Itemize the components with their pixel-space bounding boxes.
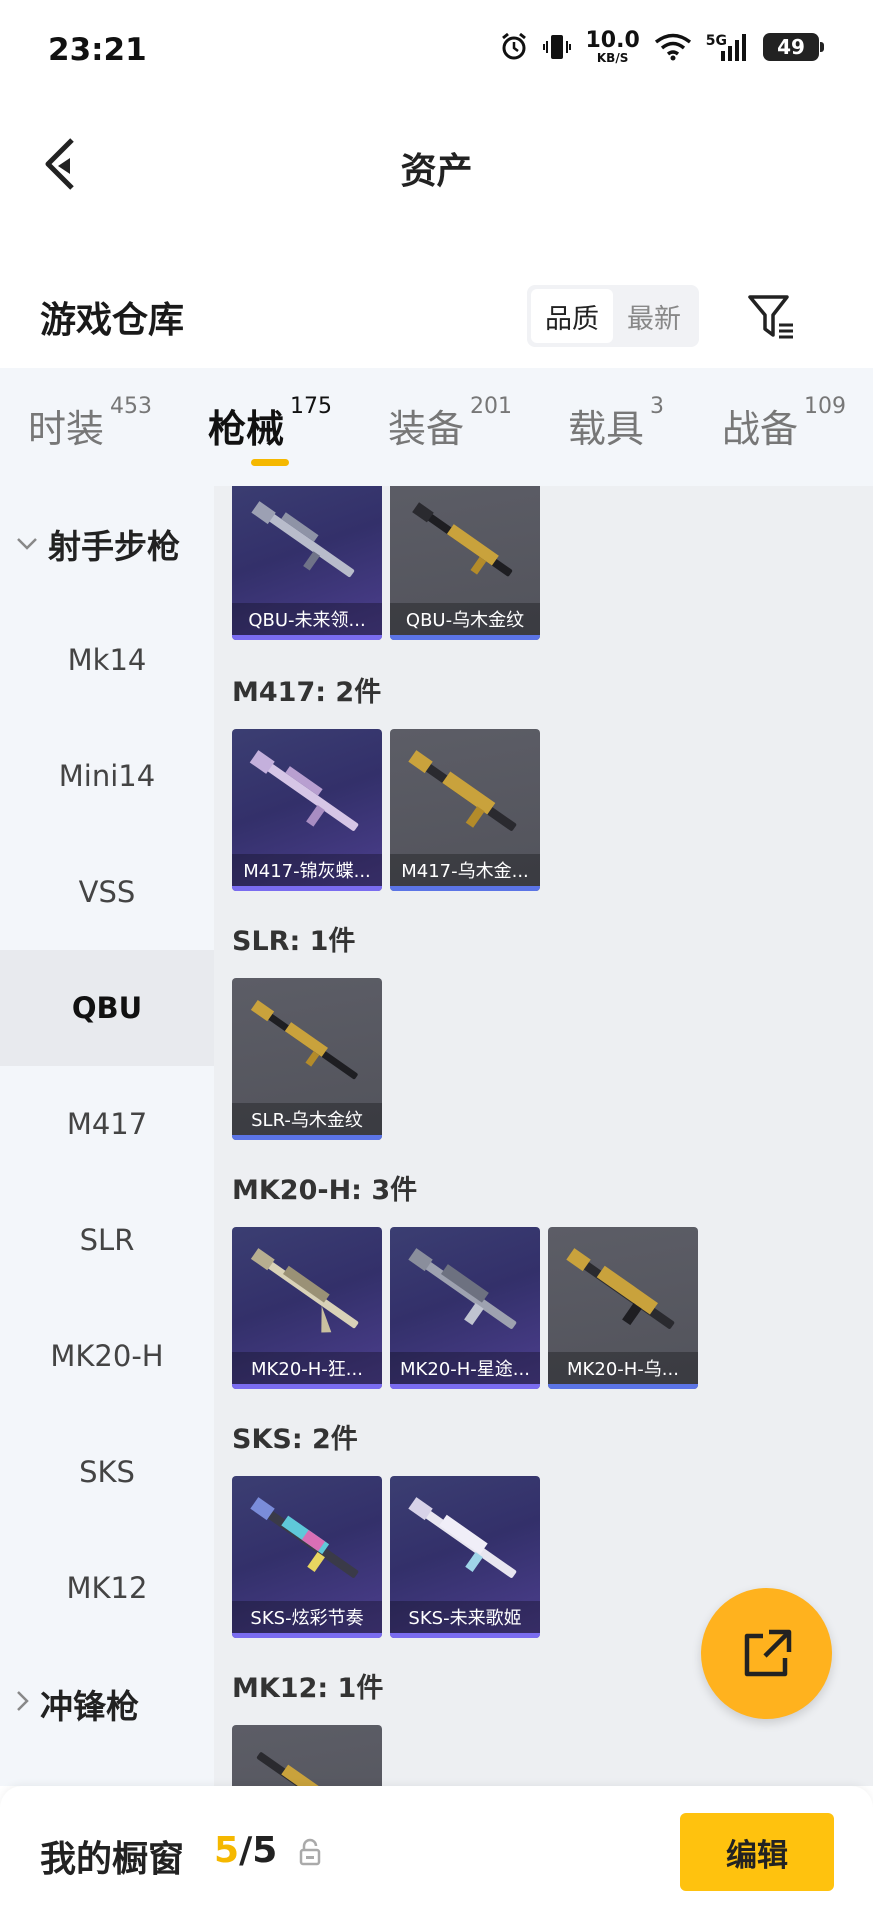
rifle-image [250,999,358,1080]
bottom-bar: 我的橱窗 5/5 编辑 [0,1786,873,1920]
section-title: 游戏仓库 [40,300,185,341]
page-title: 资产 [400,151,473,192]
item-name: M417-锦灰蝶... [232,854,382,886]
showcase-count-total: 5 [252,1830,278,1871]
battery-level: 49 [777,35,805,59]
item-card[interactable]: MK20-H-星途... [390,1227,540,1389]
item-name: MK20-H-星途... [390,1352,540,1384]
item-name: MK20-H-乌... [548,1352,698,1384]
filter-icon [748,295,793,339]
tab-battle-gear[interactable]: 战备 109 [722,394,846,453]
group-label: MK12: 1件 [232,1673,384,1704]
sort-toggle: 品质 最新 [527,285,699,347]
rarity-bar [390,1384,540,1389]
rarity-bar [232,635,382,640]
sidebar-group-marksman-rifles[interactable]: 射手步枪 [0,486,214,602]
edit-button[interactable]: 编辑 [680,1813,834,1891]
status-bar: 23:21 10.0 KB/S 5G 49 [0,0,873,104]
rifle-image [250,1497,359,1578]
item-name: M417-乌木金... [390,854,540,886]
battery-icon: 49 [763,33,824,61]
sort-newest-option[interactable]: 最新 [613,289,695,343]
share-button[interactable] [701,1588,832,1719]
sidebar-item-mk12[interactable]: MK12 [0,1530,214,1646]
item-card[interactable]: QBU-乌木金纹 [390,486,540,640]
item-card[interactable]: MK20-H-乌... [548,1227,698,1389]
sidebar-item-qbu[interactable]: QBU [0,950,214,1066]
rifle-image [251,501,355,578]
sidebar-item-m417[interactable]: M417 [0,1066,214,1182]
rarity-bar [232,1135,382,1140]
group-label: M417: 2件 [232,677,382,708]
rifle-image [408,1248,517,1329]
chevron-right-icon [16,1690,30,1718]
tab-vehicles[interactable]: 载具 3 [568,394,664,453]
signal-icon: 5G [706,33,749,61]
rifle-image [408,1497,517,1578]
rarity-bar [390,635,540,640]
group-label: SLR: 1件 [232,926,356,957]
item-card[interactable]: SLR-乌木金纹 [232,978,382,1140]
sidebar-item-sks[interactable]: SKS [0,1414,214,1530]
sidebar-group-smg[interactable]: 冲锋枪 [0,1646,214,1762]
item-name: SLR-乌木金纹 [232,1103,382,1135]
sidebar-item-vss[interactable]: VSS [0,834,214,950]
wifi-icon [654,33,692,61]
rarity-bar [232,886,382,891]
rarity-bar [548,1384,698,1389]
item-card[interactable]: M417-乌木金... [390,729,540,891]
rifle-image [250,1248,359,1333]
tab-firearms[interactable]: 枪械 175 [208,394,332,453]
rarity-bar [390,886,540,891]
status-icons: 10.0 KB/S 5G 49 [499,28,824,65]
section-header: 游戏仓库 品质 最新 [0,265,873,365]
item-name: MK20-H-狂... [232,1352,382,1384]
active-tab-indicator [251,459,289,466]
rarity-bar [232,1384,382,1389]
tab-fashion[interactable]: 时装 453 [28,394,152,453]
showcase-label: 我的橱窗 [40,1839,185,1880]
rifle-image [412,502,513,577]
sidebar-item-mk14[interactable]: Mk14 [0,602,214,718]
sidebar-group-label: 冲锋枪 [40,1687,139,1726]
vibrate-icon [543,32,572,62]
alarm-icon [499,32,529,62]
status-time: 23:21 [48,32,147,68]
sidebar-group-label: 射手步枪 [48,527,180,566]
rifle-image [256,1752,359,1786]
item-card[interactable]: SKS-未来歌姬 [390,1476,540,1638]
rarity-bar [232,1633,382,1638]
rarity-bar [390,1633,540,1638]
item-name: SKS-未来歌姬 [390,1601,540,1633]
lock-icon [299,1838,321,1866]
share-external-icon [744,1629,791,1676]
item-card[interactable] [232,1725,382,1786]
tab-equipment[interactable]: 装备 201 [388,394,512,453]
item-card[interactable]: SKS-炫彩节奏 [232,1476,382,1638]
title-bar: 资产 [0,104,873,224]
sidebar-item-mk20h[interactable]: MK20-H [0,1298,214,1414]
sidebar-item-slr[interactable]: SLR [0,1182,214,1298]
group-label: SKS: 2件 [232,1424,358,1455]
showcase-count-separator: / [239,1830,253,1871]
showcase-count-current: 5 [214,1830,240,1871]
chevron-down-icon [16,532,38,557]
group-label: MK20-H: 3件 [232,1175,418,1206]
category-tabs: 时装 453 枪械 175 装备 201 载具 3 战备 109 [0,368,873,486]
item-card[interactable]: M417-锦灰蝶... [232,729,382,891]
filter-button[interactable] [740,285,804,349]
rifle-image [566,1248,675,1329]
rifle-image [249,750,359,831]
item-card[interactable]: QBU-未来领... [232,486,382,640]
weapon-type-sidebar: 射手步枪 Mk14 Mini14 VSS QBU M417 SLR MK20-H… [0,486,214,1786]
rifle-image [408,750,517,831]
item-card[interactable]: MK20-H-狂... [232,1227,382,1389]
net-speed: 10.0 KB/S [585,28,640,65]
showcase-count: 5/5 [214,1830,277,1871]
item-name: QBU-未来领... [232,603,382,635]
sort-quality-option[interactable]: 品质 [531,289,613,343]
sidebar-item-mini14[interactable]: Mini14 [0,718,214,834]
item-name: SKS-炫彩节奏 [232,1601,382,1633]
item-name: QBU-乌木金纹 [390,603,540,635]
